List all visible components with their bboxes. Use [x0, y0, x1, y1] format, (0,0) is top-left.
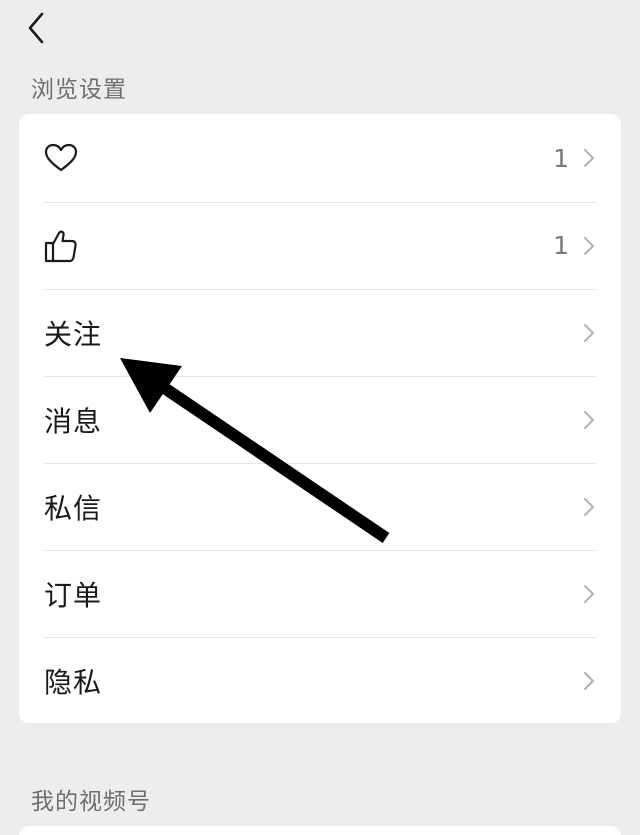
thumbs-up-icon	[44, 229, 78, 263]
list-item-follow[interactable]: 关注	[19, 289, 621, 376]
section-title-my-channel: 我的视频号	[31, 789, 151, 815]
orders-label: 订单	[44, 578, 103, 612]
back-button[interactable]	[18, 8, 54, 48]
list-item-orders[interactable]: 订单	[19, 550, 621, 637]
chevron-right-icon	[583, 148, 595, 168]
chevron-right-icon	[583, 236, 595, 256]
chevron-right-icon	[583, 584, 595, 604]
chevron-right-icon	[583, 497, 595, 517]
list-item-thumbs-up[interactable]: 1	[19, 202, 621, 289]
follow-label: 关注	[44, 317, 103, 351]
list-item-messages[interactable]: 消息	[19, 376, 621, 463]
browse-settings-card: 1 1 关注 消息 私信 订单 隐私	[19, 114, 621, 723]
my-channel-card	[19, 826, 621, 835]
privacy-label: 隐私	[44, 665, 103, 699]
chevron-right-icon	[583, 410, 595, 430]
settings-page: 浏览设置 1 1 关注 消息 私信 订单 隐私 我的视频号	[0, 0, 640, 835]
messages-label: 消息	[44, 404, 103, 438]
list-item-likes[interactable]: 1	[19, 114, 621, 202]
back-chevron-icon	[26, 12, 46, 44]
heart-icon	[44, 143, 78, 173]
private-messages-label: 私信	[44, 491, 103, 525]
likes-count: 1	[553, 143, 569, 173]
chevron-right-icon	[583, 671, 595, 691]
section-title-browse-settings: 浏览设置	[31, 77, 127, 103]
list-item-privacy[interactable]: 隐私	[19, 637, 621, 723]
chevron-right-icon	[583, 323, 595, 343]
thumbs-up-count: 1	[553, 231, 569, 260]
list-item-private-messages[interactable]: 私信	[19, 463, 621, 550]
